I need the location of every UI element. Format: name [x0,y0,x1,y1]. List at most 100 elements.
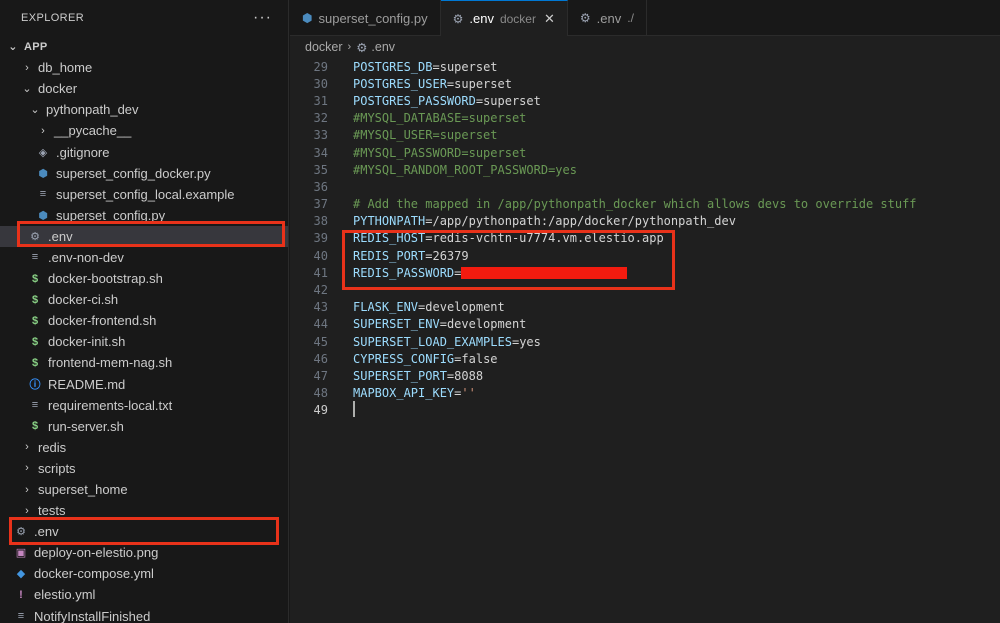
editor-tab[interactable]: ⬢ superset_config.py [290,0,441,36]
tree-file[interactable]: ◈ .gitignore [0,141,288,162]
code-line[interactable]: 39 REDIS_HOST=redis-vchtn-u7774.vm.elesti… [290,230,1000,247]
code-line[interactable]: 34 #MYSQL_PASSWORD=superset [290,144,1000,161]
code-line[interactable]: 35 #MYSQL_RANDOM_ROOT_PASSWORD=yes [290,161,1000,178]
tree-file[interactable]: ⬢ superset_config_docker.py [0,163,288,184]
line-number: 46 [313,351,328,366]
tree-item-label: run-server.sh [48,418,124,434]
tree-file[interactable]: ≡ requirements-local.txt [0,395,288,416]
close-icon[interactable]: ✕ [544,11,555,27]
root-folder-app[interactable]: ⌄ APP [0,36,288,57]
tree-file[interactable]: ▣ deploy-on-elestio.png [0,542,288,563]
more-actions-icon[interactable]: ··· [253,9,272,27]
env-key: CYPRESS_CONFIG [353,351,455,366]
tree-item-label: redis [38,439,67,455]
code-line[interactable]: 49 [290,400,1000,419]
tree-file[interactable]: ⬢ superset_config.py [0,205,288,226]
code-line[interactable]: 43 FLASK_ENV=development [290,299,1000,316]
code-comment: #MYSQL_RANDOM_ROOT_PASSWORD=yes [353,162,577,177]
code-line[interactable]: 47 SUPERSET_PORT=8088 [290,367,1000,384]
tree-file[interactable]: $ docker-init.sh [0,331,288,352]
tree-item-label: pythonpath_dev [46,102,139,118]
equals-sign: = [432,59,440,74]
env-value: superset [439,59,498,74]
env-value: superset [454,76,512,91]
code-line[interactable]: 42 [290,281,1000,298]
tree-folder[interactable]: › __pycache__ [0,120,288,141]
env-key: REDIS_PASSWORD [353,265,455,280]
tree-item-label: docker-compose.yml [34,566,154,582]
tree-file[interactable]: ≡ superset_config_local.example [0,184,288,205]
code-line[interactable]: 33 #MYSQL_USER=superset [290,127,1000,144]
code-editor[interactable]: 29 POSTGRES_DB=superset 30 POSTGRES_USER=su… [290,58,1000,623]
shell-script-icon: $ [31,272,39,285]
tree-item-label: deploy-on-elestio.png [34,545,159,561]
chevron-right-icon: › [25,462,29,475]
tree-file[interactable]: ≡ NotifyInstallFinished [0,606,288,623]
tree-item-label: __pycache__ [54,123,132,139]
code-comment: #MYSQL_USER=superset [353,128,498,143]
line-number: 29 [313,59,328,74]
code-line[interactable]: 30 POSTGRES_USER=superset [290,75,1000,92]
code-line[interactable]: 45 SUPERSET_LOAD_EXAMPLES=yes [290,333,1000,350]
redacted-value [461,267,628,280]
shell-script-icon: $ [31,335,39,348]
tree-folder[interactable]: ⌄ pythonpath_dev [0,99,288,120]
tree-file[interactable]: ⚙ .env [0,225,288,247]
tree-file[interactable]: $ run-server.sh [0,416,288,437]
tree-file[interactable]: ⓘ README.md [0,374,288,395]
code-line[interactable]: 31 POSTGRES_PASSWORD=superset [290,92,1000,109]
chevron-right-icon: › [25,504,29,517]
line-number: 37 [313,197,328,212]
tree-file[interactable]: $ docker-bootstrap.sh [0,268,288,289]
code-line[interactable]: 44 SUPERSET_ENV=development [290,316,1000,333]
line-number: 47 [313,368,328,383]
tree-file[interactable]: ◆ docker-compose.yml [0,563,288,584]
tab-label: .env [469,11,494,26]
tree-folder[interactable]: › tests [0,500,288,521]
code-line[interactable]: 32 #MYSQL_DATABASE=superset [290,110,1000,127]
tree-folder[interactable]: › scripts [0,458,288,479]
tree-folder[interactable]: › redis [0,437,288,458]
code-line[interactable]: 48 MAPBOX_API_KEY='' [290,385,1000,402]
tree-file[interactable]: $ docker-frontend.sh [0,310,288,331]
editor-tab[interactable]: ⚙ .env docker ✕ [440,0,568,36]
text-cursor [353,400,355,417]
code-line[interactable]: 41 REDIS_PASSWORD= [290,264,1000,281]
code-line[interactable]: 29 POSTGRES_DB=superset [290,58,1000,75]
tree-file[interactable]: ≡ .env-non-dev [0,247,288,268]
tree-file[interactable]: ⚙ .env [0,521,288,542]
env-value: development [446,317,527,332]
code-line[interactable]: 46 CYPRESS_CONFIG=false [290,350,1000,367]
editor-tab[interactable]: ⚙ .env ./ [568,0,647,36]
line-number: 35 [313,162,328,177]
code-line[interactable]: 40 REDIS_PORT=26379 [290,247,1000,264]
chevron-down-icon: ⌄ [22,83,32,96]
tree-item-label: docker-frontend.sh [48,313,157,329]
line-number: 45 [313,334,328,349]
breadcrumb-file[interactable]: .env [371,40,395,54]
line-text: POSTGRES_USER=superset [353,77,512,91]
tree-file[interactable]: $ docker-ci.sh [0,289,288,310]
code-lines[interactable]: 29 POSTGRES_DB=superset 30 POSTGRES_USER=su… [290,58,1000,419]
env-value: '' [461,386,476,401]
line-text: CYPRESS_CONFIG=false [353,352,498,366]
code-line[interactable]: 37 # Add the mapped in /app/pythonpath_do… [290,196,1000,213]
line-text: POSTGRES_PASSWORD=superset [353,94,541,108]
line-text: POSTGRES_DB=superset [353,60,498,74]
line-number: 49 [313,403,328,418]
tree-file[interactable]: ! elestio.yml [0,584,288,605]
code-line[interactable]: 38 PYTHONPATH=/app/pythonpath:/app/docker… [290,213,1000,230]
tree-file[interactable]: $ frontend-mem-nag.sh [0,352,288,373]
tab-description: docker [499,11,536,26]
tree-folder[interactable]: › superset_home [0,479,288,500]
code-line[interactable]: 36 [290,178,1000,195]
breadcrumb-folder[interactable]: docker [305,40,343,54]
tree-item-label: docker-init.sh [48,334,126,350]
tree-folder[interactable]: › db_home [0,57,288,78]
chevron-right-icon: › [25,441,29,454]
text-file-icon: ≡ [31,399,39,412]
line-number: 48 [313,386,328,401]
tree-folder[interactable]: ⌄ docker [0,78,288,99]
breadcrumb: docker › ⚙ .env [290,36,1000,58]
tree-item-label: .env [34,524,59,540]
